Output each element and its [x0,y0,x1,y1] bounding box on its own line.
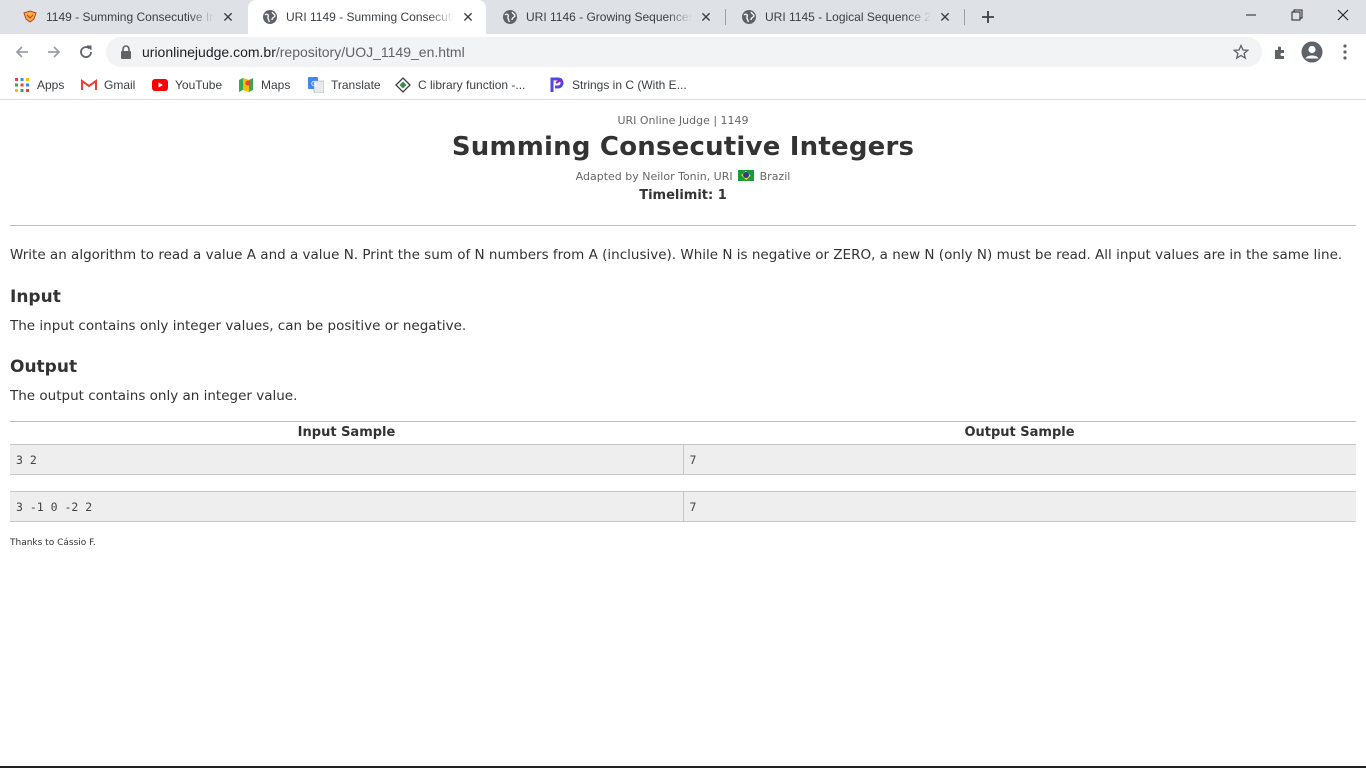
tab-title: URI 1149 - Summing Consecutive Integers [286,10,454,24]
bookmark-translate[interactable]: G Translate [308,74,381,96]
bookmark-label: Gmail [104,78,136,92]
bookmark-maps[interactable]: Maps [238,74,290,96]
globe-icon [502,9,518,25]
bookmark-gmail[interactable]: Gmail [81,74,135,96]
url-host: urionlinejudge.com.br [142,44,276,60]
forward-button[interactable] [40,38,68,66]
restore-icon [1291,9,1303,21]
brazil-flag-icon [738,170,755,181]
problem-source: URI Online Judge | 1149 [617,114,749,127]
output-sample-header: Output Sample [964,425,1075,440]
arrow-left-icon [15,46,28,58]
youtube-icon [152,77,168,93]
close-icon[interactable]: ✕ [220,9,236,25]
page-title: Summing Consecutive Integers [451,132,915,162]
sample-output[interactable]: 7 [684,445,1357,474]
close-icon[interactable]: ✕ [698,9,714,25]
extensions-icon[interactable] [1268,40,1292,64]
svg-text:G: G [311,80,316,88]
c-library-icon [395,77,411,93]
tab-title: 1149 - Summing Consecutive Integers [46,10,214,24]
sample-row: 3 2 7 [10,444,1356,475]
tab-title: URI 1146 - Growing Sequences [526,10,692,24]
bookmark-label: YouTube [175,78,223,92]
thanks-note: Thanks to Cássio F. [10,538,96,548]
tab-separator [725,9,726,25]
arrow-right-icon [48,46,61,58]
tab-separator [964,9,965,25]
tab-uri-1149[interactable]: URI 1149 - Summing Consecutive Integers … [248,0,486,34]
url-text[interactable]: urionlinejudge.com.br/repository/UOJ_114… [142,44,465,60]
input-description: The input contains only integer values, … [10,318,467,334]
back-button[interactable] [8,38,36,66]
browser-toolbar: urionlinejudge.com.br/repository/UOJ_114… [0,34,1366,70]
lock-icon[interactable] [118,44,134,60]
plus-icon [982,11,994,23]
bookmark-label: Maps [261,78,291,92]
input-heading: Input [10,287,61,307]
header-divider [10,225,1356,226]
restore-button[interactable] [1274,0,1320,30]
url-path: /repository/UOJ_1149_en.html [275,44,465,60]
globe-icon [262,9,278,25]
sample-row: 3 -1 0 -2 2 7 [10,491,1356,522]
timelimit: Timelimit: 1 [639,188,727,203]
translate-icon: G [308,77,324,93]
minimize-button[interactable] [1228,0,1274,30]
globe-icon [741,9,757,25]
profile-avatar-icon[interactable] [1300,40,1324,64]
sample-input[interactable]: 3 2 [10,445,684,474]
country-text: Brazil [759,170,791,183]
bookmark-label: C library function -... [418,78,526,92]
bookmark-star-icon[interactable] [1232,43,1250,61]
bookmark-label: Translate [331,78,381,92]
problem-author: Adapted by Neilor Tonin, URI Brazil [0,170,1366,183]
output-description: The output contains only an integer valu… [10,388,298,404]
bookmark-label: Strings in C (With E... [572,78,687,92]
bookmark-c-library[interactable]: C library function -... [395,74,525,96]
bookmark-youtube[interactable]: YouTube [152,74,222,96]
tab-uri-1145[interactable]: URI 1145 - Logical Sequence 2 ✕ [727,0,963,34]
tab-uri-1146[interactable]: URI 1146 - Growing Sequences ✕ [488,0,724,34]
minimize-icon [1246,14,1256,16]
output-heading: Output [10,357,78,377]
apps-grid-icon [14,77,30,93]
reload-icon [80,45,92,58]
maps-icon [238,77,254,93]
menu-kebab-icon[interactable] [1333,40,1357,64]
new-tab-button[interactable] [976,5,1000,29]
sample-output[interactable]: 7 [684,492,1357,521]
tab-title: URI 1145 - Logical Sequence 2 [765,10,931,24]
reload-button[interactable] [72,38,100,66]
close-icon[interactable]: ✕ [937,9,953,25]
tab-1149-summing[interactable]: 1149 - Summing Consecutive Integers ✕ [8,0,246,34]
bookmarks-bar: Apps Gmail YouTube Maps G Translate C li… [0,70,1366,100]
close-icon[interactable]: ✕ [460,9,476,25]
bookmark-label: Apps [37,78,65,92]
problem-page: URI Online Judge | 1149 Summing Consecut… [0,102,1366,766]
samples-table: Input Sample Output Sample 3 2 7 3 -1 0 … [10,421,1356,522]
close-window-button[interactable] [1320,0,1366,30]
adapted-by-text: Adapted by Neilor Tonin, URI [575,170,733,183]
address-bar[interactable]: urionlinejudge.com.br/repository/UOJ_114… [106,37,1262,67]
gmail-icon [81,77,97,93]
tab-strip: 1149 - Summing Consecutive Integers ✕ UR… [0,0,1366,34]
bookmark-strings-in-c[interactable]: Strings in C (With E... [549,74,687,96]
close-icon [1337,9,1349,21]
uri-judge-icon [22,9,38,25]
bookmark-apps[interactable]: Apps [14,74,64,96]
problem-description: Write an algorithm to read a value A and… [10,247,1343,263]
samples-header: Input Sample Output Sample [10,422,1356,444]
input-sample-header: Input Sample [297,425,396,440]
programiz-icon [549,77,565,93]
sample-input[interactable]: 3 -1 0 -2 2 [10,492,684,521]
